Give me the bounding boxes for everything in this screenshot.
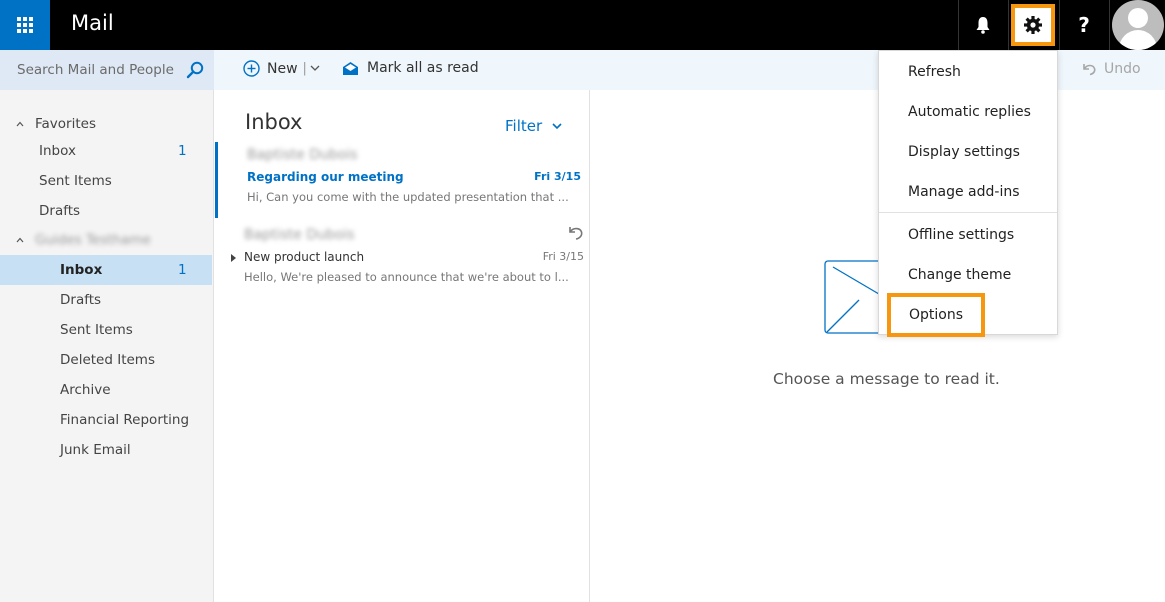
folder-item-deleted-items[interactable]: Deleted Items (0, 345, 212, 375)
folder-label: Archive (60, 382, 111, 398)
help-button[interactable]: ? (1059, 0, 1109, 50)
chevron-up-icon[interactable] (16, 120, 24, 128)
search-input[interactable]: Search Mail and People (17, 62, 174, 78)
folder-item-inbox[interactable]: Inbox 1 (0, 255, 212, 285)
mark-all-read-label: Mark all as read (367, 60, 479, 76)
search-icon[interactable] (186, 61, 204, 79)
menu-item-automatic-replies[interactable]: Automatic replies (879, 92, 1057, 132)
unread-count: 1 (178, 262, 187, 278)
folder-item-sent-items[interactable]: Sent Items (0, 315, 212, 345)
chevron-down-icon[interactable] (310, 65, 320, 72)
undo-button[interactable]: Undo (1082, 61, 1141, 77)
open-envelope-icon (343, 61, 358, 75)
menu-item-manage-add-ins[interactable]: Manage add-ins (879, 172, 1057, 212)
mark-all-read-button[interactable]: Mark all as read (342, 60, 479, 76)
folder-label: Deleted Items (60, 352, 155, 368)
folder-item-archive[interactable]: Archive (0, 375, 212, 405)
menu-divider (879, 212, 1057, 213)
top-bar: Mail ? (0, 0, 1165, 50)
favorite-item-drafts[interactable]: Drafts (0, 196, 212, 226)
app-launcher-icon (17, 17, 33, 33)
gear-icon (1024, 16, 1042, 34)
message-subject: New product launch (244, 250, 365, 264)
folder-label: Inbox (60, 262, 103, 278)
folder-label: Sent Items (39, 173, 112, 189)
message-item[interactable]: Baptiste Dubois Regarding our meeting Fr… (215, 142, 589, 218)
favorites-header[interactable]: Favorites (0, 111, 212, 137)
app-launcher-button[interactable] (0, 0, 50, 50)
avatar-head (1128, 8, 1148, 28)
message-list: Inbox Filter Baptiste Dubois Regarding o… (215, 90, 590, 602)
favorites-label: Favorites (35, 116, 96, 132)
separator: | (302, 61, 307, 76)
replied-icon (569, 227, 583, 240)
chevron-up-icon[interactable] (16, 236, 24, 244)
folder-label: Inbox (39, 143, 76, 159)
filter-label: Filter (505, 117, 543, 135)
menu-item-offline-settings[interactable]: Offline settings (879, 215, 1057, 255)
folder-label: Drafts (39, 203, 81, 219)
new-label: New (267, 60, 298, 77)
app-title[interactable]: Mail (71, 11, 114, 35)
account-header[interactable]: Guides Testhame (0, 227, 212, 253)
folder-pane: Favorites Inbox 1 Sent Items Drafts Guid… (0, 90, 214, 602)
menu-item-refresh[interactable]: Refresh (879, 52, 1057, 92)
message-preview: Hi, Can you come with the updated presen… (247, 190, 569, 204)
chevron-down-icon (552, 122, 562, 129)
expand-thread-icon[interactable] (231, 254, 236, 262)
bell-icon (976, 17, 990, 34)
settings-button[interactable] (1011, 4, 1055, 46)
folder-item-junk-email[interactable]: Junk Email (0, 435, 212, 465)
folder-item-drafts[interactable]: Drafts (0, 285, 212, 315)
undo-label: Undo (1104, 61, 1141, 77)
folder-item-financial-reporting[interactable]: Financial Reporting (0, 405, 212, 435)
message-item[interactable]: Baptiste Dubois New product launch Fri 3… (218, 222, 592, 298)
account-name: Guides Testhame (35, 232, 151, 248)
folder-label: Junk Email (60, 442, 131, 458)
divider (1109, 0, 1110, 50)
settings-menu: Refresh Automatic replies Display settin… (878, 50, 1058, 337)
message-sender: Baptiste Dubois (247, 147, 358, 163)
avatar[interactable] (1112, 0, 1164, 50)
avatar-body (1119, 30, 1157, 50)
new-message-button[interactable]: New | (243, 60, 320, 77)
folder-label: Financial Reporting (60, 412, 190, 428)
unread-count: 1 (178, 143, 187, 159)
menu-item-change-theme[interactable]: Change theme (879, 255, 1057, 295)
search-box[interactable]: Search Mail and People (0, 50, 214, 90)
undo-icon (1083, 64, 1096, 76)
menu-item-display-settings[interactable]: Display settings (879, 132, 1057, 172)
list-title: Inbox (245, 110, 303, 134)
favorite-item-sent-items[interactable]: Sent Items (0, 166, 212, 196)
message-date: Fri 3/15 (542, 250, 584, 263)
divider (1008, 0, 1009, 50)
favorite-item-inbox[interactable]: Inbox 1 (0, 136, 212, 166)
message-subject: Regarding our meeting (247, 170, 404, 184)
menu-item-options[interactable]: Options (887, 293, 985, 337)
empty-reading-message: Choose a message to read it. (773, 370, 1000, 388)
folder-label: Drafts (60, 292, 102, 308)
notifications-button[interactable] (958, 0, 1008, 50)
message-preview: Hello, We're pleased to announce that we… (244, 270, 569, 284)
help-icon: ? (1078, 13, 1090, 37)
folder-label: Sent Items (60, 322, 133, 338)
message-sender: Baptiste Dubois (244, 227, 355, 243)
message-date: Fri 3/15 (534, 170, 581, 183)
plus-circle-icon (243, 60, 260, 77)
filter-button[interactable]: Filter (505, 117, 562, 135)
